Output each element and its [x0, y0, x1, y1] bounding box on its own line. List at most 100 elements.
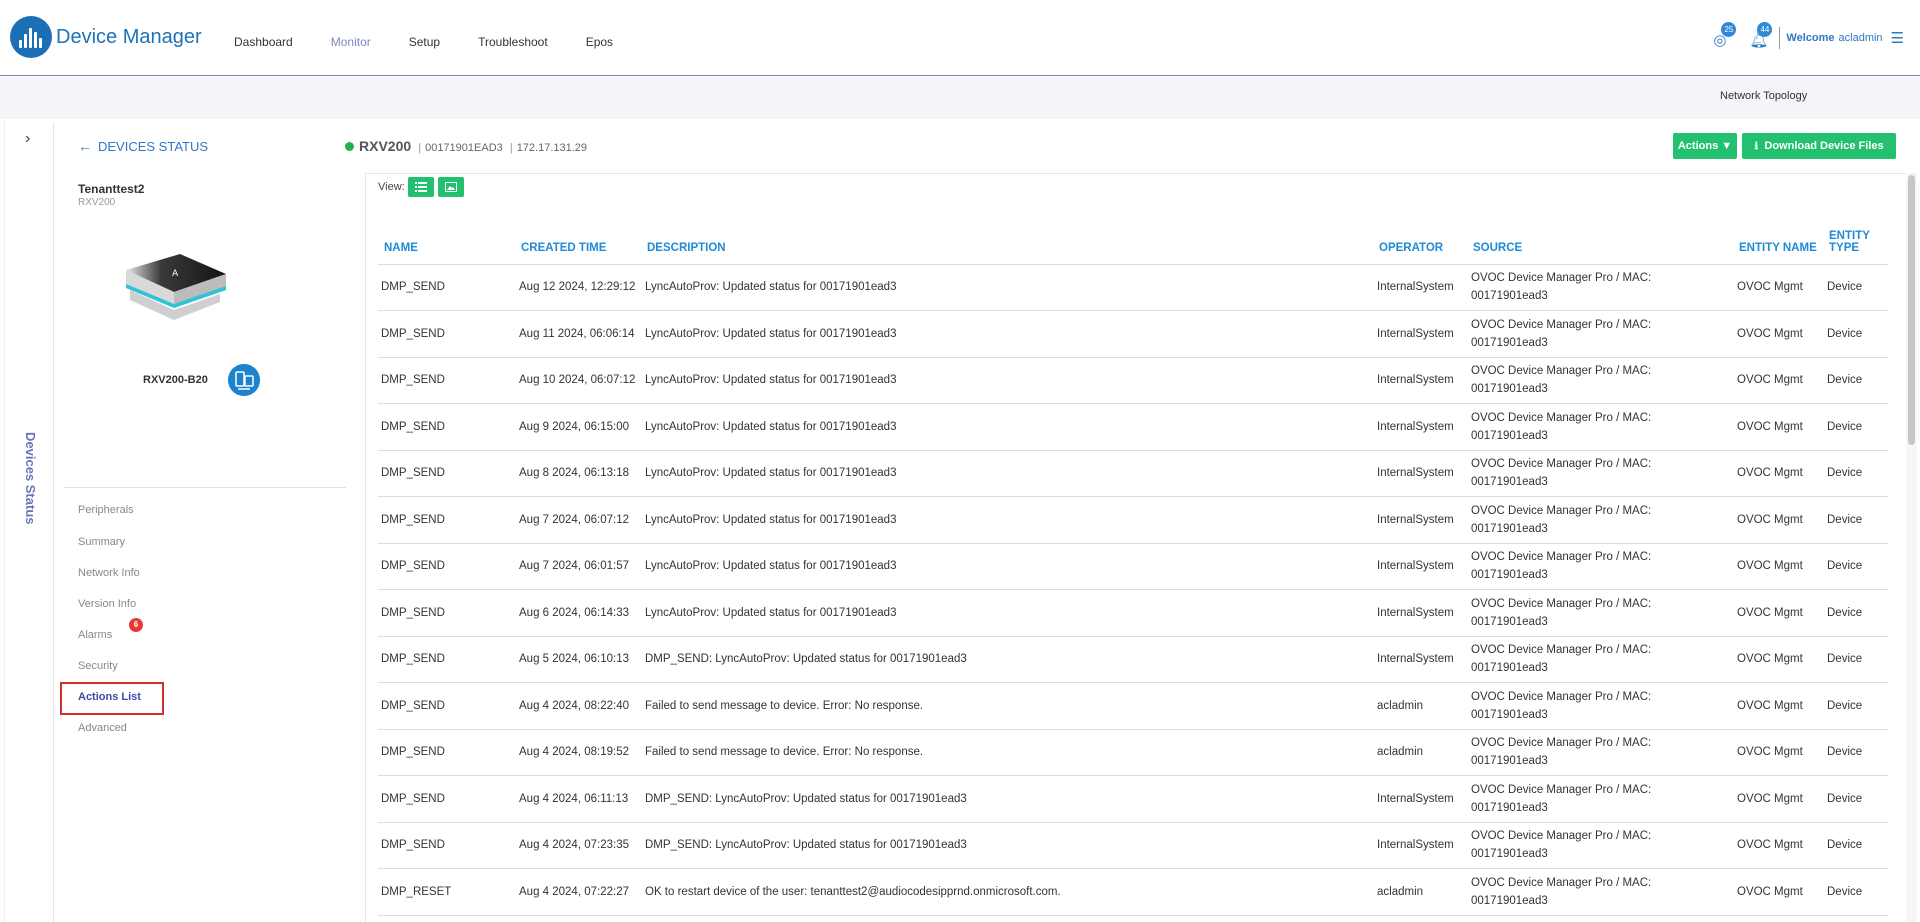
vertical-scrollbar[interactable]: [1906, 173, 1917, 922]
cell-operator: InternalSystem: [1374, 310, 1468, 358]
table-row[interactable]: DMP_SEND Aug 4 2024, 06:11:13 DMP_SEND: Ly…: [378, 775, 1888, 823]
cell-created-time: Aug 5 2024, 06:10:13: [516, 636, 642, 683]
menu-actions-list[interactable]: Actions List: [78, 691, 141, 703]
column-header-entity-name[interactable]: ENTITY NAME: [1734, 208, 1824, 265]
cell-source: OVOC Device Manager Pro / MAC: 00171901e…: [1468, 264, 1734, 311]
cell-description: LyncAutoProv: Updated status for 0017190…: [642, 450, 1374, 497]
table-row[interactable]: DMP_SEND Aug 12 2024, 12:29:12 LyncAutoPro…: [378, 264, 1888, 311]
download-device-files-button[interactable]: ⭳ Download Device Files: [1742, 133, 1896, 159]
column-header-operator[interactable]: OPERATOR: [1374, 208, 1468, 265]
menu-alarms-label: Alarms: [78, 629, 113, 641]
cell-created-time: Aug 9 2024, 06:15:00: [516, 403, 642, 451]
column-header-source[interactable]: SOURCE: [1468, 208, 1734, 265]
actions-dropdown-button[interactable]: Actions ▼: [1673, 133, 1737, 159]
back-label: DEVICES STATUS: [98, 139, 209, 154]
status-online-indicator: [345, 142, 354, 151]
cell-name: DMP_SEND: [378, 310, 516, 358]
arrow-left-icon: ←: [78, 138, 92, 154]
column-header-entity-type[interactable]: ENTITY TYPE: [1824, 208, 1888, 265]
cell-created-time: Aug 6 2024, 06:14:33: [516, 589, 642, 637]
cell-entity-name: OVOC Mgmt: [1734, 822, 1824, 869]
table-row[interactable]: DMP_SEND Aug 8 2024, 06:13:18 LyncAutoProv…: [378, 450, 1888, 497]
cell-created-time: Aug 7 2024, 06:01:57: [516, 543, 642, 590]
cell-name: DMP_SEND: [378, 775, 516, 823]
menu-version-info[interactable]: Version Info: [78, 598, 136, 610]
table-row[interactable]: DMP_SEND Aug 11 2024, 06:06:14 LyncAutoPro…: [378, 310, 1888, 358]
hamburger-menu-icon[interactable]: ☰: [1891, 31, 1904, 46]
device-image: A: [126, 254, 226, 320]
cell-source: OVOC Device Manager Pro / MAC: 00171901e…: [1468, 682, 1734, 730]
back-to-devices-status[interactable]: ← DEVICES STATUS: [78, 138, 208, 154]
cell-source: OVOC Device Manager Pro / MAC: 00171901e…: [1468, 310, 1734, 358]
cell-entity-type: Device: [1824, 682, 1888, 730]
cell-name: DMP_SEND: [378, 636, 516, 683]
cell-entity-type: Device: [1824, 543, 1888, 590]
alarms-badge: 6: [129, 618, 143, 632]
notifications-button[interactable]: ◎ 25: [1709, 22, 1737, 51]
table-row[interactable]: DMP_SEND Aug 10 2024, 06:07:12 LyncAutoPro…: [378, 357, 1888, 404]
nav-monitor[interactable]: Monitor: [331, 35, 371, 49]
table-row[interactable]: DMP_SEND Aug 7 2024, 06:01:57 LyncAutoProv…: [378, 543, 1888, 590]
menu-advanced[interactable]: Advanced: [78, 722, 127, 734]
cell-source: OVOC Device Manager Pro / MAC: 00171901e…: [1468, 636, 1734, 683]
device-panel: ← DEVICES STATUS Tenanttest2 RXV200 A RXV…: [60, 122, 350, 922]
cell-description: LyncAutoProv: Updated status for 0017190…: [642, 589, 1374, 637]
menu-security[interactable]: Security: [78, 660, 118, 672]
cell-created-time: Aug 4 2024, 08:19:52: [516, 729, 642, 776]
table-header-row: NAME CREATED TIME DESCRIPTION OPERATOR S…: [378, 208, 1888, 265]
cell-source: OVOC Device Manager Pro / MAC: 00171901e…: [1468, 822, 1734, 869]
nav-dashboard[interactable]: Dashboard: [234, 35, 293, 49]
devices-info-icon[interactable]: [228, 364, 260, 396]
list-view-button[interactable]: [408, 177, 434, 197]
network-topology-link[interactable]: Network Topology: [1720, 90, 1920, 102]
svg-text:A: A: [172, 269, 179, 279]
cell-description: DMP_SEND: LyncAutoProv: Updated status f…: [642, 775, 1374, 823]
table-row[interactable]: DMP_SEND Aug 7 2024, 06:07:12 LyncAutoProv…: [378, 496, 1888, 544]
scrollbar-thumb[interactable]: [1908, 175, 1915, 445]
column-header-name[interactable]: NAME: [378, 208, 516, 265]
image-view-button[interactable]: [438, 177, 464, 197]
table-row[interactable]: DMP_SEND Aug 4 2024, 08:22:40 Failed to se…: [378, 682, 1888, 730]
menu-alarms[interactable]: Alarms 6: [78, 618, 143, 641]
menu-peripherals[interactable]: Peripherals: [78, 504, 134, 516]
nav-setup[interactable]: Setup: [409, 35, 440, 49]
cell-entity-type: Device: [1824, 729, 1888, 776]
rail-label: Devices Status: [23, 432, 38, 525]
nav-troubleshoot[interactable]: Troubleshoot: [478, 35, 548, 49]
user-menu[interactable]: acladmin: [1839, 32, 1883, 44]
menu-network-info[interactable]: Network Info: [78, 567, 140, 579]
cell-operator: InternalSystem: [1374, 822, 1468, 869]
table-row[interactable]: DMP_SEND Aug 4 2024, 08:19:52 Failed to se…: [378, 729, 1888, 776]
menu-summary[interactable]: Summary: [78, 536, 125, 548]
top-bar: Device Manager Dashboard Monitor Setup T…: [0, 0, 1920, 76]
cell-created-time: Aug 4 2024, 07:23:35: [516, 822, 642, 869]
column-header-description[interactable]: DESCRIPTION: [642, 208, 1374, 265]
cell-source: OVOC Device Manager Pro / MAC: 00171901e…: [1468, 496, 1734, 544]
cell-source: OVOC Device Manager Pro / MAC: 00171901e…: [1468, 868, 1734, 916]
table-row[interactable]: DMP_SEND Aug 4 2024, 07:23:35 DMP_SEND: Ly…: [378, 822, 1888, 869]
cell-name: DMP_SEND: [378, 450, 516, 497]
main-nav: Dashboard Monitor Setup Troubleshoot Epo…: [234, 35, 651, 49]
cell-entity-name: OVOC Mgmt: [1734, 682, 1824, 730]
cell-operator: acladmin: [1374, 729, 1468, 776]
table-row[interactable]: DMP_SEND Aug 5 2024, 06:10:13 DMP_SEND: Ly…: [378, 636, 1888, 683]
actions-table: NAME CREATED TIME DESCRIPTION OPERATOR S…: [378, 208, 1888, 916]
cell-entity-name: OVOC Mgmt: [1734, 310, 1824, 358]
header-divider: [1779, 27, 1781, 49]
column-header-created-time[interactable]: CREATED TIME: [516, 208, 642, 265]
cell-created-time: Aug 7 2024, 06:07:12: [516, 496, 642, 544]
cell-source: OVOC Device Manager Pro / MAC: 00171901e…: [1468, 589, 1734, 637]
table-row[interactable]: DMP_RESET Aug 4 2024, 07:22:27 OK to resta…: [378, 868, 1888, 916]
table-row[interactable]: DMP_SEND Aug 6 2024, 06:14:33 LyncAutoProv…: [378, 589, 1888, 637]
app-logo[interactable]: [10, 16, 52, 58]
cell-description: Failed to send message to device. Error:…: [642, 729, 1374, 776]
table-row[interactable]: DMP_SEND Aug 9 2024, 06:15:00 LyncAutoProv…: [378, 403, 1888, 451]
cell-entity-type: Device: [1824, 310, 1888, 358]
device-name: RXV200-B20: [143, 374, 208, 386]
cell-operator: acladmin: [1374, 868, 1468, 916]
nav-epos[interactable]: Epos: [586, 35, 613, 49]
cell-name: DMP_SEND: [378, 822, 516, 869]
alerts-button[interactable]: 🔔︎ 44: [1745, 22, 1773, 51]
device-mac: 00171901EAD3: [425, 142, 503, 154]
chevron-right-icon[interactable]: ›: [25, 130, 30, 148]
